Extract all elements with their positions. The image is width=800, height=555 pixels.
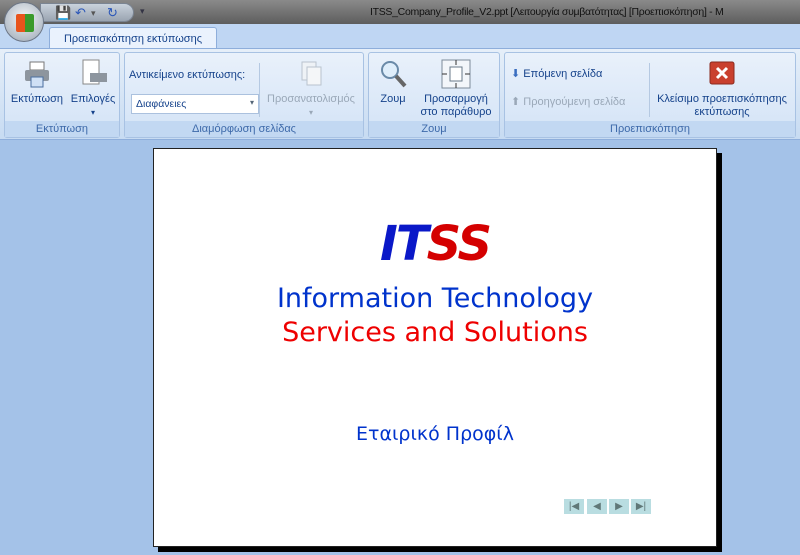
group-page-setup: Αντικείμενο εκτύπωσης: Διαφάνειες ▾ Προσα… (124, 52, 364, 138)
print-options-icon (82, 59, 107, 85)
orientation-button[interactable]: Προσανατολισμός ▾ (261, 59, 361, 119)
last-slide-button[interactable]: ▶| (631, 499, 651, 514)
group-label-page-setup: Διαμόρφωση σελίδας (125, 121, 363, 137)
slide-title-line2: Services and Solutions (282, 317, 588, 348)
separator (649, 63, 650, 117)
window-title: ITSS_Company_Profile_V2.ppt [Λειτουργία … (370, 6, 724, 18)
group-label-print: Εκτύπωση (5, 121, 119, 137)
close-icon (709, 61, 735, 85)
slide-subtitle: Εταιρικό Προφίλ (356, 423, 514, 445)
office-button[interactable] (4, 2, 44, 42)
customize-qat-icon[interactable]: ▾ (140, 6, 145, 17)
close-preview-button[interactable]: Κλείσιμο προεπισκόπησης εκτύπωσης (651, 59, 793, 119)
orientation-icon (301, 61, 322, 86)
fit-window-icon (441, 59, 471, 89)
magnifier-icon (381, 61, 407, 88)
group-zoom: Ζουμ Προσαρμογή στο παράθυρο Ζουμ (368, 52, 500, 138)
previous-slide-button[interactable]: ◀ (587, 499, 607, 514)
undo-dropdown-icon[interactable]: ▾ (91, 8, 96, 19)
print-button[interactable]: Εκτύπωση (8, 59, 66, 106)
group-label-preview: Προεπισκόπηση (505, 121, 795, 137)
previous-page-icon: ⬆ (511, 96, 521, 108)
group-preview: ⬇ Επόμενη σελίδα ⬆ Προηγούμενη σελίδα Κλ… (504, 52, 796, 138)
printer-icon (25, 61, 49, 88)
separator (259, 63, 260, 117)
next-page-button[interactable]: ⬇ Επόμενη σελίδα (511, 68, 602, 81)
next-slide-button[interactable]: ▶ (609, 499, 629, 514)
zoom-button[interactable]: Ζουμ (373, 59, 413, 106)
quick-access-toolbar: 💾 ↶ ▾ ↻ (40, 3, 134, 22)
save-icon[interactable]: 💾 (55, 5, 71, 21)
tab-print-preview[interactable]: Προεπισκόπηση εκτύπωσης (49, 27, 217, 49)
print-what-label: Αντικείμενο εκτύπωσης: (129, 69, 246, 81)
print-what-select[interactable]: Διαφάνειες ▾ (131, 94, 259, 114)
next-page-icon: ⬇ (511, 68, 521, 80)
fit-to-window-button[interactable]: Προσαρμογή στο παράθυρο (413, 59, 499, 119)
ribbon: Εκτύπωση Επιλογές ▾ Εκτύπωση Αντικείμενο … (0, 48, 800, 140)
previous-page-button[interactable]: ⬆ Προηγούμενη σελίδα (511, 96, 625, 109)
group-print: Εκτύπωση Επιλογές ▾ Εκτύπωση (4, 52, 120, 138)
chevron-down-icon: ▾ (249, 98, 254, 107)
itss-logo: ITSS (379, 216, 492, 272)
slide-preview-page: ITSS Information Technology Services and… (153, 148, 717, 547)
slide-title-line1: Information Technology (276, 283, 594, 314)
office-logo-icon (16, 14, 34, 32)
options-button[interactable]: Επιλογές ▾ (67, 59, 119, 119)
redo-icon[interactable]: ↻ (107, 5, 118, 21)
group-label-zoom: Ζουμ (369, 121, 499, 137)
undo-icon[interactable]: ↶ (75, 5, 86, 21)
first-slide-button[interactable]: |◀ (564, 499, 584, 514)
